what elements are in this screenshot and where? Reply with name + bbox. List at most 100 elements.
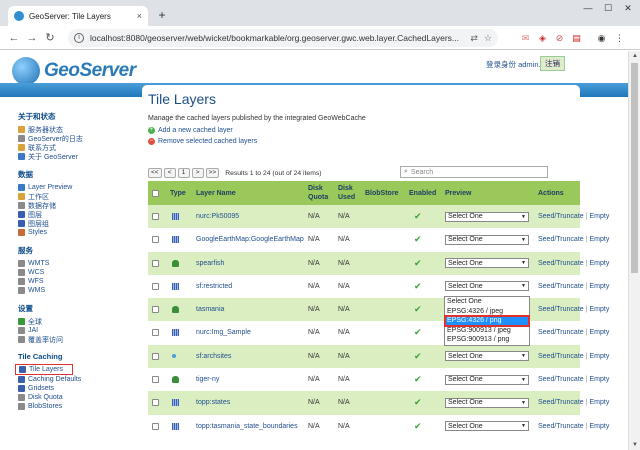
preview-select[interactable]: Select One ▼ xyxy=(445,258,529,269)
geoserver-logo[interactable]: GeoServer xyxy=(12,57,136,85)
seed-truncate-link[interactable]: Seed/Truncate xyxy=(538,353,584,360)
sidebar-item-coverage[interactable]: 覆盖率访问 xyxy=(18,335,140,344)
minimize-button[interactable]: — xyxy=(580,2,596,14)
profile-icon[interactable]: ◉ xyxy=(596,33,607,44)
seed-truncate-link[interactable]: Seed/Truncate xyxy=(538,236,584,243)
sidebar-item-label[interactable]: 全球 xyxy=(28,317,42,327)
back-arrow-icon[interactable]: ← xyxy=(6,30,22,46)
translate-icon[interactable]: ⇄ xyxy=(470,33,478,44)
preview-select[interactable]: Select One ▼ xyxy=(445,397,529,408)
sidebar-item-label[interactable]: 覆盖率访问 xyxy=(28,335,63,345)
preview-select[interactable]: Select One ▼ xyxy=(445,211,529,222)
row-checkbox[interactable] xyxy=(152,213,159,220)
tab-close-icon[interactable]: × xyxy=(137,11,142,21)
layer-name-link[interactable]: nurc:Pk50095 xyxy=(196,205,239,228)
prev-page-button[interactable]: < xyxy=(163,168,176,178)
empty-link[interactable]: Empty xyxy=(590,353,610,360)
empty-link[interactable]: Empty xyxy=(590,376,610,383)
preview-select[interactable]: Select One ▼ xyxy=(445,234,529,245)
scroll-up-icon[interactable]: ▲ xyxy=(631,52,639,60)
sidebar-item-wmts[interactable]: WMTS xyxy=(18,259,140,268)
dropdown-option[interactable]: EPSG:900913 / png xyxy=(445,335,529,345)
seed-truncate-link[interactable]: Seed/Truncate xyxy=(538,283,584,290)
row-checkbox[interactable] xyxy=(152,329,159,337)
first-page-button[interactable]: << xyxy=(148,168,162,178)
layer-name-link[interactable]: nurc:Img_Sample xyxy=(196,321,251,344)
reload-icon[interactable]: ↻ xyxy=(42,30,58,46)
sidebar-item-wfs[interactable]: WFS xyxy=(18,277,140,286)
layer-name-link[interactable]: topp:tasmania_state_boundaries xyxy=(196,415,298,438)
preview-select[interactable]: Select One ▼ xyxy=(445,281,529,292)
select-all-checkbox[interactable] xyxy=(152,189,159,197)
menu-kebab-icon[interactable]: ⋮ xyxy=(614,33,625,44)
layer-name-link[interactable]: tiger-ny xyxy=(196,368,219,391)
empty-link[interactable]: Empty xyxy=(590,423,610,430)
preview-select[interactable]: Select One ▼ xyxy=(445,351,529,362)
page-scrollbar[interactable]: ▲ ▼ xyxy=(628,51,640,450)
sidebar-item-label[interactable]: Styles xyxy=(28,229,47,236)
sidebar-item-wcs[interactable]: WCS xyxy=(18,268,140,277)
sidebar-item-tile-layers[interactable]: Tile Layers xyxy=(15,364,73,375)
add-cached-layer-link[interactable]: + Add a new cached layer xyxy=(148,127,233,134)
add-cached-layer-label[interactable]: Add a new cached layer xyxy=(158,127,233,134)
sidebar-item-label[interactable]: WMS xyxy=(28,287,45,294)
next-page-button[interactable]: > xyxy=(191,168,204,178)
dropdown-option[interactable]: EPSG:900913 / jpeg xyxy=(445,326,529,336)
sidebar-item-info[interactable]: 关于 GeoServer xyxy=(18,152,140,161)
layer-name-link[interactable]: sf:restricted xyxy=(196,275,232,298)
empty-link[interactable]: Empty xyxy=(590,399,610,406)
row-checkbox[interactable] xyxy=(152,422,159,430)
remove-cached-layers-label[interactable]: Remove selected cached layers xyxy=(158,138,257,145)
url-text[interactable]: localhost:8080/geoserver/web/wicket/book… xyxy=(90,33,464,43)
sidebar-item-wms[interactable]: WMS xyxy=(18,286,140,295)
search-placeholder[interactable]: Search xyxy=(411,169,433,176)
sidebar-item-layergroup[interactable]: 图层组 xyxy=(18,219,140,228)
browser-tab[interactable]: GeoServer: Tile Layers × xyxy=(8,6,148,26)
layer-name-link[interactable]: GoogleEarthMap:GoogleEarthMap xyxy=(196,228,304,251)
sidebar-item-label[interactable]: Tile Layers xyxy=(29,366,63,373)
row-checkbox[interactable] xyxy=(152,376,159,384)
col-type[interactable]: Type xyxy=(170,181,186,205)
col-blobstore[interactable]: BlobStore xyxy=(365,181,398,205)
sidebar-item-label[interactable]: WMTS xyxy=(28,260,49,267)
logout-button[interactable]: 注销 xyxy=(540,56,565,71)
sidebar-item-label[interactable]: JAI xyxy=(28,327,38,334)
empty-link[interactable]: Empty xyxy=(590,283,610,290)
row-checkbox[interactable] xyxy=(152,399,159,407)
col-layer-name[interactable]: Layer Name xyxy=(196,181,236,205)
col-disk-quota[interactable]: Disk Quota xyxy=(308,181,332,205)
sidebar-item-label[interactable]: Gridsets xyxy=(28,385,54,392)
row-checkbox[interactable] xyxy=(152,352,159,360)
dropdown-option[interactable]: EPSG:4326 / png xyxy=(444,315,530,327)
sidebar-item-label[interactable]: Caching Defaults xyxy=(28,376,81,383)
last-page-button[interactable]: >> xyxy=(205,168,220,178)
seed-truncate-link[interactable]: Seed/Truncate xyxy=(538,423,584,430)
remove-cached-layers-link[interactable]: − Remove selected cached layers xyxy=(148,138,257,145)
close-window-button[interactable]: ✕ xyxy=(620,2,636,14)
seed-truncate-link[interactable]: Seed/Truncate xyxy=(538,376,584,383)
empty-link[interactable]: Empty xyxy=(590,329,610,336)
sidebar-item-styles[interactable]: Styles xyxy=(18,228,140,237)
layer-name-link[interactable]: spearfish xyxy=(196,252,224,275)
row-checkbox[interactable] xyxy=(152,306,159,314)
sidebar-item-caching-defaults[interactable]: Caching Defaults xyxy=(18,375,140,384)
sidebar-item-label[interactable]: Disk Quota xyxy=(28,394,63,401)
seed-truncate-link[interactable]: Seed/Truncate xyxy=(538,213,584,220)
seed-truncate-link[interactable]: Seed/Truncate xyxy=(538,329,584,336)
col-disk-used[interactable]: Disk Used xyxy=(338,181,360,205)
seed-truncate-link[interactable]: Seed/Truncate xyxy=(538,399,584,406)
star-icon[interactable]: ☆ xyxy=(484,33,492,44)
dropdown-option[interactable]: Select One xyxy=(445,297,529,307)
row-checkbox[interactable] xyxy=(152,282,159,290)
layer-name-link[interactable]: tasmania xyxy=(196,298,224,321)
row-checkbox[interactable] xyxy=(152,259,159,267)
dropdown-option[interactable]: EPSG:4326 / jpeg xyxy=(445,307,529,317)
shield-extension-icon[interactable]: ◈ xyxy=(537,33,548,44)
sidebar-item-gridsets[interactable]: Gridsets xyxy=(18,384,140,393)
layer-name-link[interactable]: topp:states xyxy=(196,391,230,414)
scroll-down-icon[interactable]: ▼ xyxy=(631,441,639,449)
sidebar-item-label[interactable]: WCS xyxy=(28,269,44,276)
sidebar-item-blobstores[interactable]: BlobStores xyxy=(18,402,140,411)
seed-truncate-link[interactable]: Seed/Truncate xyxy=(538,260,584,267)
empty-link[interactable]: Empty xyxy=(590,306,610,313)
